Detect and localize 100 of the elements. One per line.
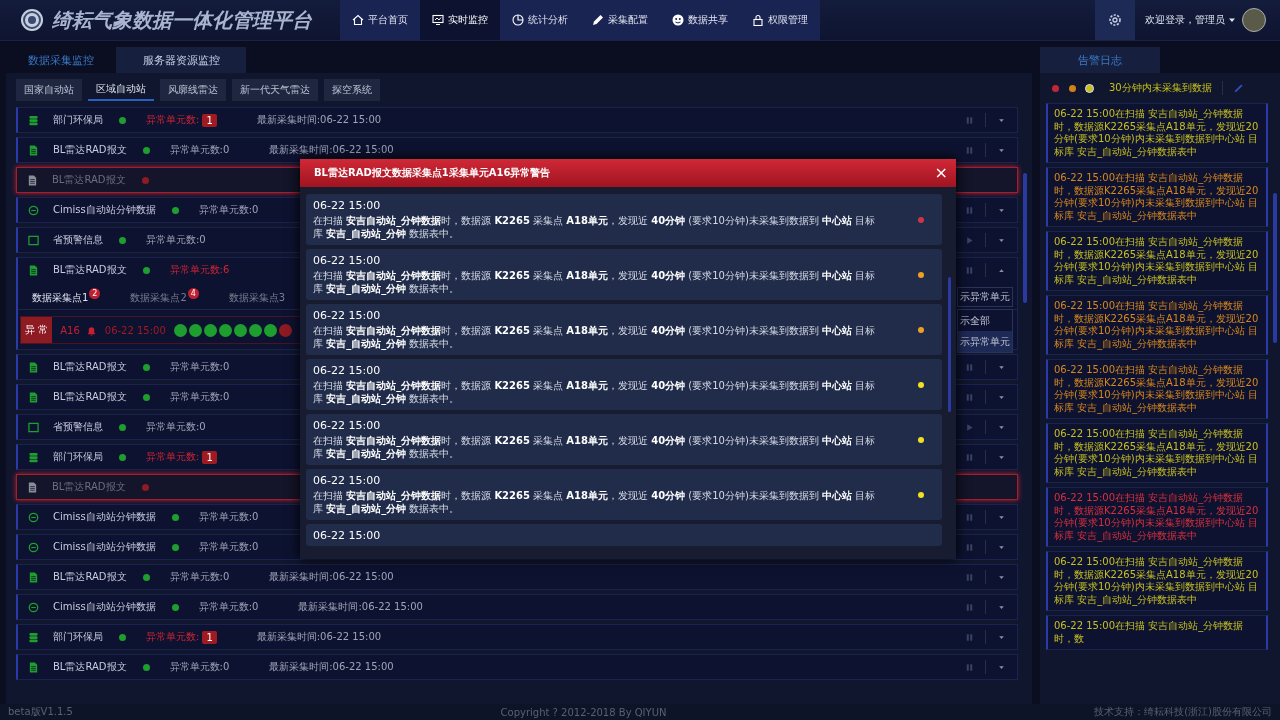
document-icon xyxy=(27,174,38,186)
station-tab[interactable]: 风廓线雷达 xyxy=(160,79,226,101)
pencil-icon[interactable] xyxy=(1232,82,1244,94)
abnormal-count: 异常单元数:0 xyxy=(146,233,206,247)
level-dot[interactable] xyxy=(1052,84,1059,92)
pause-icon[interactable] xyxy=(964,571,975,583)
collection-row[interactable]: BL雷达RAD报文 异常单元数:0 最新采集时间:06-22 15:00 xyxy=(16,564,1018,590)
alert-message: 在扫描 安吉自动站_分钟数据时，数据源 K2265 采集点 A18单元，发现近 40分钟 (要求10分钟)未采集到数据到 中心站 目标库 安吉_自动站_分钟 数据表中。 xyxy=(313,490,877,515)
circle-icon xyxy=(28,511,39,523)
abnormal-count: 异常单元数:0 xyxy=(198,600,259,614)
update-time: 最新采集时间:06-22 15:00 xyxy=(256,630,382,644)
status-dot xyxy=(171,543,179,551)
scrollbar[interactable] xyxy=(948,277,951,412)
filter-label: 30分钟内未采集到数据 xyxy=(1109,81,1212,95)
nav-tab[interactable]: 权限管理 xyxy=(740,0,820,40)
point-tab[interactable]: 数据采集点3 xyxy=(228,288,286,305)
collection-row[interactable]: 部门环保局 异常单元数: 1 最新采集时间:06-22 15:00 xyxy=(16,624,1018,650)
copyright-text: Copyright ? 2012-2018 By QIYUN xyxy=(500,706,667,718)
abnormal-count: 异常单元数: xyxy=(146,113,200,127)
status-dot xyxy=(119,453,126,461)
pause-icon[interactable] xyxy=(964,264,975,276)
abnormal-count: 异常单元数:0 xyxy=(169,143,230,157)
source-name: BL雷达RAD报文 xyxy=(53,570,127,584)
abnormal-count: 异常单元数:0 xyxy=(198,203,259,217)
menu-option[interactable]: 示异常单元 xyxy=(958,331,1012,352)
monitor-icon xyxy=(432,14,444,26)
nav-tab[interactable]: 平台首页 xyxy=(340,0,420,40)
alert-time: 06-22 15:00 xyxy=(313,419,382,432)
alert-text: 06-22 15:00在扫描 安吉自动站_分钟数据时，数据源K2265采集点A18单元，发现近20分钟(要求10分钟)内未采集到数据到中心站 目标库 安吉_自动站_分钟数据表中 xyxy=(1054,108,1260,158)
collection-row[interactable]: BL雷达RAD报文 异常单元数:0 最新采集时间:06-22 15:00 xyxy=(16,137,1018,163)
nav-tab[interactable]: 数据共享 xyxy=(660,0,740,40)
pause-icon[interactable] xyxy=(964,451,975,463)
dialog-title: BL雷达RAD报文数据采集点1采集单元A16异常警告 xyxy=(314,166,551,180)
count-badge: 1 xyxy=(202,630,217,644)
source-name: 部门环保局 xyxy=(53,113,103,127)
station-tab[interactable]: 新一代天气雷达 xyxy=(232,79,318,101)
settings-button[interactable] xyxy=(1095,0,1135,40)
circle-icon xyxy=(28,204,39,216)
abnormal-count: 异常单元数:6 xyxy=(169,263,230,277)
status-dot xyxy=(171,603,179,611)
document-icon xyxy=(28,661,39,673)
panel-tab[interactable]: 数据采集监控 xyxy=(6,47,116,73)
user-menu[interactable]: 欢迎登录，管理员 xyxy=(1145,13,1236,27)
alert-time: 06-22 15:00 xyxy=(313,309,382,322)
filter-select[interactable]: 示异常单元 xyxy=(957,287,1013,307)
pause-icon[interactable] xyxy=(964,511,975,523)
play-icon[interactable] xyxy=(964,421,975,433)
abnormal-count: 异常单元数:0 xyxy=(169,360,230,374)
close-button[interactable]: × xyxy=(934,165,948,181)
nav-tab[interactable]: 统计分析 xyxy=(500,0,580,40)
collection-row[interactable]: BL雷达RAD报文 异常单元数:0 最新采集时间:06-22 15:00 xyxy=(16,654,1018,680)
avatar[interactable] xyxy=(1242,8,1266,32)
alert-text: 06-22 15:00在扫描 安吉自动站_分钟数据时，数 xyxy=(1054,620,1245,645)
alert-time: 06-22 15:00 xyxy=(313,474,382,487)
pause-icon[interactable] xyxy=(964,631,975,643)
scrollbar[interactable] xyxy=(1273,193,1277,343)
pie-chart-icon xyxy=(512,14,524,26)
status-dot xyxy=(142,363,150,371)
alert-message: 在扫描 安吉自动站_分钟数据时，数据源 K2265 采集点 A18单元，发现近 40分钟 (要求10分钟)未采集到数据到 中心站 目标库 安吉_自动站_分钟 数据表中。 xyxy=(313,380,877,405)
alert-text: 06-22 15:00在扫描 安吉自动站_分钟数据时，数据源K2265采集点A18单元，发现近20分钟(要求10分钟)内未采集到数据到中心站 目标库 安吉_自动站_分钟数据表中 xyxy=(1054,172,1260,222)
level-dot[interactable] xyxy=(1069,84,1076,92)
alert-message: 在扫描 安吉自动站_分钟数据时，数据源 K2265 采集点 A18单元，发现近 40分钟 (要求10分钟)未采集到数据到 中心站 目标库 安吉_自动站_分钟 数据表中。 xyxy=(313,215,877,240)
alert-text: 06-22 15:00在扫描 安吉自动站_分钟数据时，数据源K2265采集点A18单元，发现近20分钟(要求10分钟)内未采集到数据到中心站 目标库 安吉_自动站_分钟数据表中 xyxy=(1054,556,1260,606)
pause-icon[interactable] xyxy=(964,391,975,403)
play-icon[interactable] xyxy=(964,234,975,246)
status-dot xyxy=(141,176,149,184)
pencil-icon xyxy=(592,14,604,26)
update-time: 最新采集时间:06-22 15:00 xyxy=(256,113,382,127)
pause-icon[interactable] xyxy=(964,601,975,613)
panel-tab[interactable]: 服务器资源监控 xyxy=(116,47,246,73)
pause-icon[interactable] xyxy=(964,144,975,156)
station-tab[interactable]: 国家自动站 xyxy=(16,79,82,101)
nav-tab[interactable]: 采集配置 xyxy=(580,0,660,40)
source-name: 省预警信息 xyxy=(53,233,103,247)
panel-tab[interactable]: 告警日志 xyxy=(1040,47,1160,73)
emblem-logo-icon xyxy=(20,8,44,32)
pause-icon[interactable] xyxy=(964,361,975,373)
station-tab[interactable]: 区域自动站 xyxy=(88,79,154,101)
pause-icon[interactable] xyxy=(964,541,975,553)
collection-row[interactable]: 部门环保局 异常单元数: 1 最新采集时间:06-22 15:00 xyxy=(16,107,1018,133)
document-icon xyxy=(28,571,39,583)
level-dot[interactable] xyxy=(1086,84,1093,92)
source-name: 省预警信息 xyxy=(53,420,103,434)
menu-option[interactable]: 示全部 xyxy=(958,310,1012,331)
alert-message: 在扫描 安吉自动站_分钟数据时，数据源 K2265 采集点 A18单元，发现近 40分钟 (要求10分钟)未采集到数据到 中心站 目标库 安吉_自动站_分钟 数据表中。 xyxy=(313,435,877,460)
pause-icon[interactable] xyxy=(964,661,975,673)
circle-icon xyxy=(28,601,39,613)
alert-message: 在扫描 安吉自动站_分钟数据时，数据源 K2265 采集点 A18单元，发现近 40分钟 (要求10分钟)未采集到数据到 中心站 目标库 安吉_自动站_分钟 数据表中。 xyxy=(313,325,877,350)
alert-text: 06-22 15:00在扫描 安吉自动站_分钟数据时，数据源K2265采集点A18单元，发现近20分钟(要求10分钟)内未采集到数据到中心站 目标库 安吉_自动站_分钟数据表中 xyxy=(1054,492,1260,542)
station-tab[interactable]: 探空系统 xyxy=(324,79,380,101)
scrollbar[interactable] xyxy=(1023,173,1027,303)
pause-icon[interactable] xyxy=(964,204,975,216)
alert-text: 06-22 15:00在扫描 安吉自动站_分钟数据时，数据源K2265采集点A18单元，发现近20分钟(要求10分钟)内未采集到数据到中心站 目标库 安吉_自动站_分钟数据表中 xyxy=(1054,364,1260,414)
point-tab[interactable]: 数据采集点1 2 xyxy=(32,288,101,305)
bell-icon[interactable] xyxy=(85,324,97,336)
pause-icon[interactable] xyxy=(964,114,975,126)
collection-row[interactable]: Cimiss自动站分钟数据 异常单元数:0 最新采集时间:06-22 15:00 xyxy=(16,594,1018,620)
point-tab[interactable]: 数据采集点2 4 xyxy=(130,288,199,305)
caret-icon xyxy=(1228,16,1236,24)
status-dot xyxy=(119,423,126,431)
